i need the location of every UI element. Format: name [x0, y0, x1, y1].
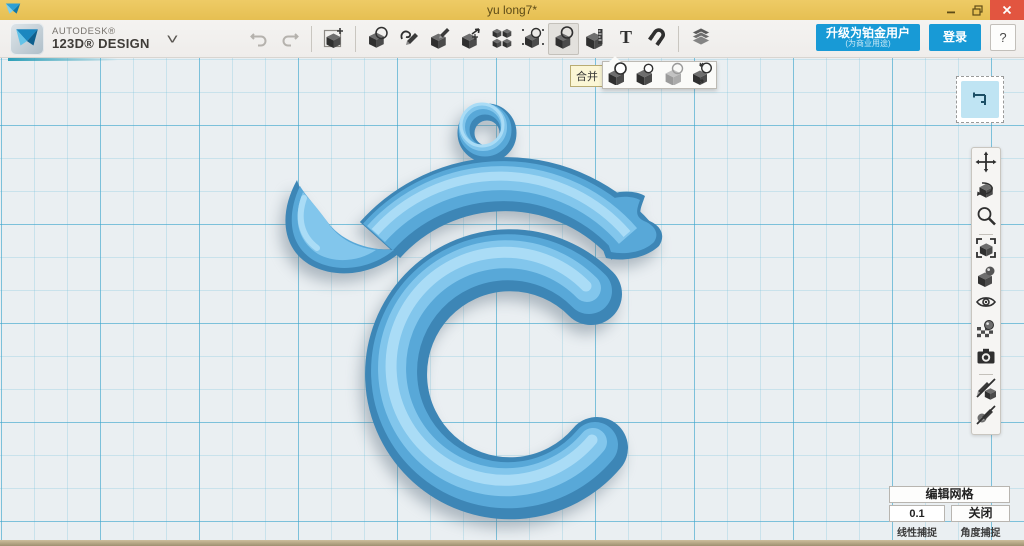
combine-icon: [552, 25, 576, 54]
pattern-button[interactable]: [486, 23, 517, 55]
modify-icon: [428, 25, 452, 54]
measure-icon: [583, 25, 607, 54]
toolbar-divider: [355, 26, 356, 52]
view-indicator-widget[interactable]: [956, 76, 1004, 123]
zoom-icon: [974, 204, 998, 233]
upgrade-label: 升级为铂金用户: [825, 26, 910, 40]
separate-icon: [690, 61, 714, 90]
dropdown-caret-icon: [609, 56, 621, 62]
edit-grid-button[interactable]: 编辑网格: [889, 486, 1010, 503]
subtract-menu-item[interactable]: [632, 63, 658, 87]
window-title: yu long7*: [486, 3, 538, 17]
viewport-canvas[interactable]: 合并 编辑网格 关闭: [0, 56, 1024, 546]
hide-sketches-button[interactable]: [973, 377, 999, 404]
app-menu[interactable]: AUTODESK® 123D® DESIGN ˅: [10, 23, 178, 55]
pan-icon: [974, 150, 998, 179]
restore-button[interactable]: [964, 0, 990, 20]
toolbar-icons: T: [243, 22, 716, 56]
main-toolbar: AUTODESK® 123D® DESIGN ˅ T 升级为铂金用户 (为商业用…: [0, 20, 1024, 58]
visibility-button[interactable]: [973, 291, 999, 318]
undo-button[interactable]: [243, 23, 274, 55]
upgrade-sublabel: (为商业用途): [845, 39, 891, 48]
merge-icon: [605, 61, 629, 90]
camera-icon: [974, 344, 998, 373]
text-button[interactable]: T: [610, 23, 641, 55]
3d-print-button[interactable]: [685, 23, 716, 55]
lookat-icon: [974, 263, 998, 292]
viewcube-glyph-icon: [961, 81, 999, 118]
sketch-button[interactable]: [362, 23, 393, 55]
orbit-icon: [974, 177, 998, 206]
123d-logo-icon: [10, 23, 44, 55]
bottom-window-edge: [0, 540, 1024, 546]
redo-icon: [278, 25, 302, 54]
window-controls: [938, 0, 1024, 20]
draw-icon: [397, 25, 421, 54]
intersect-menu-item[interactable]: [661, 61, 687, 90]
zoom-button[interactable]: [973, 205, 999, 232]
combine-dropdown: [602, 56, 717, 90]
titlebar: yu long7*: [0, 0, 1024, 20]
intersect-icon: [662, 61, 686, 90]
sketch-icon: [366, 25, 390, 54]
navigation-toolbar: [971, 147, 1001, 435]
hide-sketch-icon: [974, 376, 998, 405]
redo-button[interactable]: [274, 23, 305, 55]
draw-button[interactable]: [393, 23, 424, 55]
orbit-button[interactable]: [973, 178, 999, 205]
visibility-icon: [974, 290, 998, 319]
combine-tooltip: 合并: [570, 65, 604, 87]
snapshot-button[interactable]: [973, 345, 999, 372]
fit-icon: [974, 236, 998, 265]
material-icon: [974, 317, 998, 346]
model-pendant[interactable]: [0, 58, 1024, 546]
primitives-icon: [322, 25, 346, 54]
chevron-down-icon[interactable]: ˅: [166, 31, 178, 48]
print-icon: [689, 25, 713, 54]
angle-snap-button[interactable]: 关闭: [951, 505, 1010, 522]
upgrade-button[interactable]: 升级为铂金用户 (为商业用途): [816, 24, 920, 51]
linear-snap-label: 线性捕捉: [897, 528, 937, 539]
toolbar-divider: [678, 26, 679, 52]
separate-menu-item[interactable]: [689, 61, 715, 90]
nav-divider: [979, 374, 993, 375]
primitives-button[interactable]: [318, 23, 349, 55]
close-button[interactable]: [990, 0, 1024, 20]
snap-icon: [645, 25, 669, 54]
material-button[interactable]: [973, 318, 999, 345]
brand-line2: 123D® DESIGN: [52, 36, 150, 52]
measure-button[interactable]: [579, 23, 610, 55]
merge-menu-item[interactable]: [604, 61, 630, 90]
modify-button[interactable]: [424, 23, 455, 55]
svg-text:T: T: [619, 27, 631, 47]
minimize-button[interactable]: [938, 0, 964, 20]
grouping-button[interactable]: [517, 23, 548, 55]
linear-snap-input[interactable]: [889, 505, 945, 522]
pattern-icon: [490, 25, 514, 54]
grouping-icon: [521, 25, 545, 54]
login-button[interactable]: 登录: [929, 24, 981, 51]
combine-button[interactable]: [548, 23, 579, 55]
pan-button[interactable]: [973, 151, 999, 178]
undo-icon: [247, 25, 271, 54]
help-button[interactable]: ?: [990, 24, 1016, 51]
transform-icon: [459, 25, 483, 54]
look-at-button[interactable]: [973, 264, 999, 291]
angle-snap-label: 角度捕捉: [960, 528, 1001, 539]
snap-button[interactable]: [641, 23, 672, 55]
hide-construction-button[interactable]: [973, 404, 999, 431]
text-icon: T: [614, 25, 638, 54]
hide-construction-icon: [974, 403, 998, 432]
transform-button[interactable]: [455, 23, 486, 55]
nav-divider: [979, 234, 993, 235]
subtract-icon: [633, 61, 657, 90]
snap-panel: 编辑网格 关闭 线性捕捉 角度捕捉: [889, 486, 1010, 539]
toolbar-divider: [311, 26, 312, 52]
fit-view-button[interactable]: [973, 237, 999, 264]
